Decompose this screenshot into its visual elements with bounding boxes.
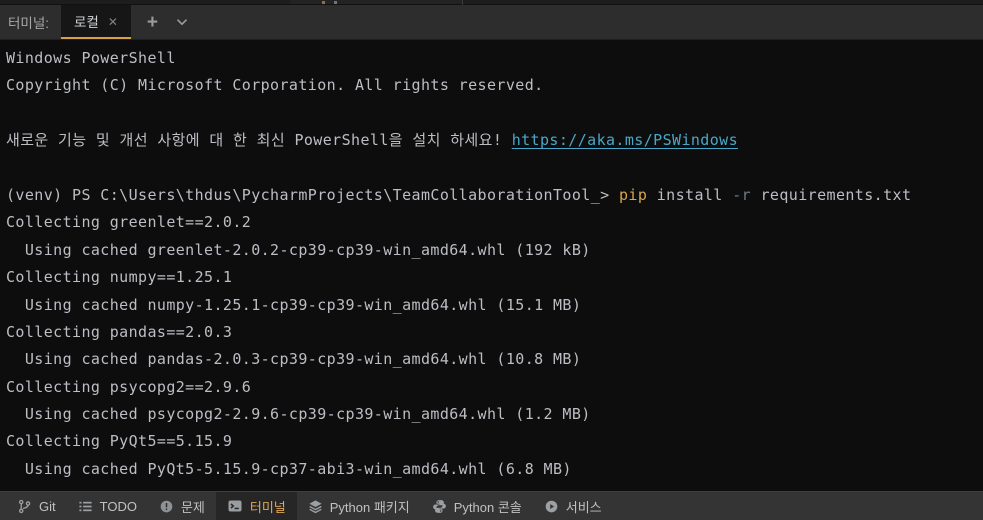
terminal-text: Using cached numpy-1.25.1-cp39-cp39-win_… <box>6 295 582 314</box>
toolwindow-button-label: Git <box>39 498 56 514</box>
toolwindow-button-problems[interactable]: 문제 <box>148 492 216 520</box>
editor-bottom-sliver <box>0 0 983 5</box>
terminal-line: Using cached numpy-1.25.1-cp39-cp39-win_… <box>6 292 983 319</box>
terminal-text: Collecting pandas==2.0.3 <box>6 322 233 341</box>
terminal-header: 터미널: 로컬 ✕ + <box>0 5 983 40</box>
toolwindow-button-todo[interactable]: TODO <box>67 492 148 520</box>
terminal-text: Using cached greenlet-2.0.2-cp39-cp39-wi… <box>6 240 591 259</box>
toolwindow-button-label: TODO <box>99 498 137 514</box>
terminal-line: Copyright (C) Microsoft Corporation. All… <box>6 72 983 99</box>
terminal-text: requirements.txt <box>751 185 912 204</box>
terminal-line: Collecting psycopg2==2.9.6 <box>6 374 983 401</box>
terminal-line: Using cached greenlet-2.0.2-cp39-cp39-wi… <box>6 237 983 264</box>
editor-sliver-artifact <box>322 1 325 4</box>
play-circle-icon <box>545 500 558 512</box>
new-terminal-button[interactable]: + <box>147 13 158 32</box>
python-logo-icon <box>432 499 446 513</box>
toolwindow-button-terminal[interactable]: 터미널 <box>215 492 297 520</box>
terminal-line: Using cached PyQt5-5.15.9-cp37-abi3-win_… <box>6 456 983 483</box>
toolwindow-button-git[interactable]: Git <box>6 492 67 520</box>
terminal-text: Using cached psycopg2-2.9.6-cp39-cp39-wi… <box>6 405 591 424</box>
terminal-text: Collecting psycopg2==2.9.6 <box>6 377 252 396</box>
close-tab-icon[interactable]: ✕ <box>108 15 118 28</box>
terminal-line: 새로운 기능 및 개선 사항에 대 한 최신 PowerShell을 설치 하세… <box>6 127 983 154</box>
terminal-text: 새로운 기능 및 개선 사항에 대 한 최신 PowerShell을 설치 하세… <box>6 131 512 150</box>
layers-icon <box>309 499 322 513</box>
terminal-line: Windows PowerShell <box>6 45 983 72</box>
tab-local[interactable]: 로컬 ✕ <box>61 5 131 39</box>
terminal-icon <box>228 500 242 512</box>
terminal-output[interactable]: Windows PowerShell Copyright (C) Microsof… <box>0 40 983 491</box>
terminal-text: Using cached PyQt5-5.15.9-cp37-abi3-win_… <box>6 459 572 478</box>
tab-local-label: 로컬 <box>74 15 99 30</box>
terminal-line: Using cached psycopg2-2.9.6-cp39-cp39-wi… <box>6 401 983 428</box>
terminal-options-dropdown[interactable] <box>174 14 190 30</box>
terminal-text: Collecting numpy==1.25.1 <box>6 268 233 287</box>
terminal-text: install <box>647 185 733 204</box>
toolwindow-button-label: Python 패키지 <box>329 499 410 515</box>
plus-icon: + <box>146 11 159 33</box>
terminal-panel-label: 터미널: <box>8 16 50 31</box>
terminal-text: Collecting greenlet==2.0.2 <box>6 213 252 232</box>
terminal-text: Using cached pandas-2.0.3-cp39-cp39-win_… <box>6 350 582 369</box>
terminal-line: Collecting greenlet==2.0.2 <box>6 209 983 236</box>
terminal-line: Collecting numpy==1.25.1 <box>6 264 983 291</box>
toolwindow-button-label: 서비스 <box>565 499 602 515</box>
terminal-line: (venv) PS C:\Users\thdus\PycharmProjects… <box>6 182 983 209</box>
toolwindow-button-label: 터미널 <box>249 499 286 515</box>
toolwindow-button-label: 문제 <box>180 499 205 515</box>
terminal-text: Collecting PyQt5==5.15.9 <box>6 432 233 451</box>
editor-sliver-divider <box>462 0 463 5</box>
editor-sliver-segment <box>290 0 462 4</box>
chevron-down-icon <box>177 19 187 26</box>
terminal-text: (venv) PS C:\Users\thdus\PycharmProjects… <box>6 185 619 204</box>
powershell-update-link[interactable]: https://aka.ms/PSWindows <box>512 131 738 149</box>
toolwindow-button-label: Python 콘솔 <box>453 499 522 515</box>
editor-sliver-artifact <box>334 1 337 4</box>
terminal-text: Copyright (C) Microsoft Corporation. All… <box>6 76 544 95</box>
toolwindow-button-python-packages[interactable]: Python 패키지 <box>297 492 421 520</box>
todo-list-icon <box>79 501 92 511</box>
terminal-tool-window: 터미널: 로컬 ✕ + Windows PowerShell Copyright … <box>0 0 983 520</box>
terminal-text: pip <box>619 185 648 204</box>
toolwindow-button-python-console[interactable]: Python 콘솔 <box>421 492 533 520</box>
terminal-line: Collecting pandas==2.0.3 <box>6 319 983 346</box>
terminal-text: Windows PowerShell <box>6 49 176 67</box>
status-bar: Git TODO 문제 터미널 Python 패키지 Python 콘솔 서비스 <box>0 491 983 520</box>
toolwindow-button-services[interactable]: 서비스 <box>533 492 613 520</box>
git-branch-icon <box>18 499 31 513</box>
terminal-line: Using cached pandas-2.0.3-cp39-cp39-win_… <box>6 346 983 373</box>
terminal-line: Collecting PyQt5==5.15.9 <box>6 428 983 455</box>
terminal-text: -r <box>732 185 752 204</box>
exclamation-circle-icon <box>160 500 173 512</box>
